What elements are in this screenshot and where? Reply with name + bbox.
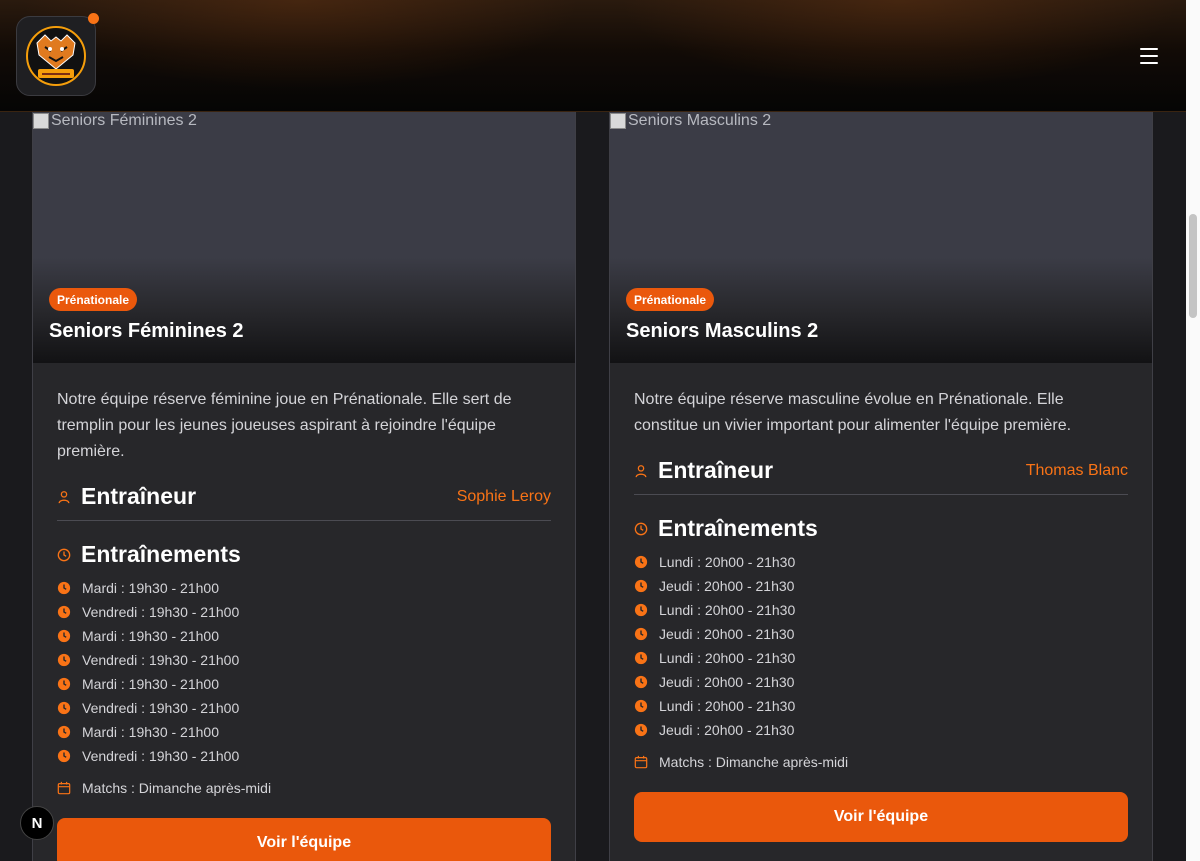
training-slot: Lundi : 20h00 - 21h30: [634, 550, 1128, 574]
training-slot: Mardi : 19h30 - 21h00: [57, 720, 551, 744]
matches-row: Matchs : Dimanche après-midi: [634, 754, 1128, 770]
trainings-heading-row: Entraînements: [57, 541, 551, 568]
training-slot: Mardi : 19h30 - 21h00: [57, 576, 551, 600]
training-slot: Jeudi : 20h00 - 21h30: [634, 622, 1128, 646]
clock-filled-icon: [57, 749, 71, 763]
trainings-heading: Entraînements: [81, 541, 241, 567]
nextjs-dev-badge[interactable]: N: [20, 806, 54, 840]
training-schedule: Mardi : 19h30 - 21h00 Vendredi : 19h30 -…: [57, 576, 551, 768]
team-card-seniors-masculins-2: Seniors Masculins 2 Prénationale Seniors…: [609, 112, 1153, 861]
user-icon: [58, 490, 70, 503]
coach-name: Thomas Blanc: [1025, 461, 1128, 479]
club-logo[interactable]: [16, 16, 96, 96]
clock-filled-icon: [634, 579, 648, 593]
team-title: Seniors Féminines 2: [49, 320, 244, 342]
team-title: Seniors Masculins 2: [626, 320, 819, 342]
level-badge: Prénationale: [626, 288, 715, 311]
clock-filled-icon: [57, 725, 71, 739]
header-glow: [620, 0, 1180, 90]
training-slot: Jeudi : 20h00 - 21h30: [634, 574, 1128, 598]
matches-text: Matchs : Dimanche après-midi: [659, 754, 849, 770]
clock-filled-icon: [57, 653, 71, 667]
training-slot: Vendredi : 19h30 - 21h00: [57, 600, 551, 624]
training-slot: Lundi : 20h00 - 21h30: [634, 646, 1128, 670]
clock-filled-icon: [634, 603, 648, 617]
view-team-button[interactable]: Voir l'équipe: [634, 792, 1128, 842]
view-team-button[interactable]: Voir l'équipe: [57, 818, 551, 861]
broken-image-icon: [33, 113, 49, 129]
clock-filled-icon: [634, 723, 648, 737]
coach-name: Sophie Leroy: [456, 487, 551, 505]
hamburger-menu-icon: [1140, 48, 1158, 50]
matches-row: Matchs : Dimanche après-midi: [57, 780, 551, 796]
calendar-icon: [634, 755, 648, 769]
tiger-logo-icon: [26, 26, 86, 86]
training-slot: Mardi : 19h30 - 21h00: [57, 672, 551, 696]
team-description: Notre équipe réserve masculine évolue en…: [634, 391, 1072, 434]
training-slot: Lundi : 20h00 - 21h30: [634, 694, 1128, 718]
broken-image-icon: [610, 113, 626, 129]
user-icon: [635, 464, 647, 477]
team-image: Seniors Féminines 2 Prénationale Seniors…: [33, 112, 575, 363]
training-slot: Lundi : 20h00 - 21h30: [634, 598, 1128, 622]
clock-filled-icon: [634, 699, 648, 713]
training-slot: Vendredi : 19h30 - 21h00: [57, 696, 551, 720]
coach-row: Entraîneur Thomas Blanc: [634, 457, 1128, 495]
clock-icon: [57, 548, 71, 561]
clock-filled-icon: [57, 605, 71, 619]
coach-heading: Entraîneur: [658, 457, 774, 483]
menu-button[interactable]: [1136, 44, 1162, 68]
trainings-heading: Entraînements: [658, 515, 818, 541]
trainings-heading-row: Entraînements: [634, 515, 1128, 542]
training-slot: Jeudi : 20h00 - 21h30: [634, 718, 1128, 742]
clock-icon: [634, 522, 648, 535]
clock-filled-icon: [634, 555, 648, 569]
clock-filled-icon: [57, 629, 71, 643]
team-card-seniors-feminines-2: Seniors Féminines 2 Prénationale Seniors…: [32, 112, 576, 861]
clock-filled-icon: [634, 651, 648, 665]
team-image: Seniors Masculins 2 Prénationale Seniors…: [610, 112, 1152, 363]
site-header: [0, 0, 1186, 112]
training-schedule: Lundi : 20h00 - 21h30 Jeudi : 20h00 - 21…: [634, 550, 1128, 742]
notification-dot: [88, 13, 99, 24]
image-alt-text: Seniors Masculins 2: [628, 112, 772, 129]
training-slot: Vendredi : 19h30 - 21h00: [57, 744, 551, 768]
scrollbar-track[interactable]: [1186, 0, 1200, 861]
header-glow: [20, 0, 580, 90]
clock-filled-icon: [57, 581, 71, 595]
clock-filled-icon: [57, 701, 71, 715]
clock-filled-icon: [57, 677, 71, 691]
matches-text: Matchs : Dimanche après-midi: [82, 780, 272, 796]
clock-filled-icon: [634, 627, 648, 641]
training-slot: Jeudi : 20h00 - 21h30: [634, 670, 1128, 694]
coach-row: Entraîneur Sophie Leroy: [57, 483, 551, 521]
training-slot: Vendredi : 19h30 - 21h00: [57, 648, 551, 672]
image-alt-text: Seniors Féminines 2: [51, 112, 197, 129]
training-slot: Mardi : 19h30 - 21h00: [57, 624, 551, 648]
team-description: Notre équipe réserve féminine joue en Pr…: [57, 391, 512, 460]
calendar-icon: [57, 781, 71, 795]
scrollbar-thumb[interactable]: [1189, 214, 1197, 318]
clock-filled-icon: [634, 675, 648, 689]
level-badge: Prénationale: [49, 288, 138, 311]
coach-heading: Entraîneur: [81, 483, 197, 509]
